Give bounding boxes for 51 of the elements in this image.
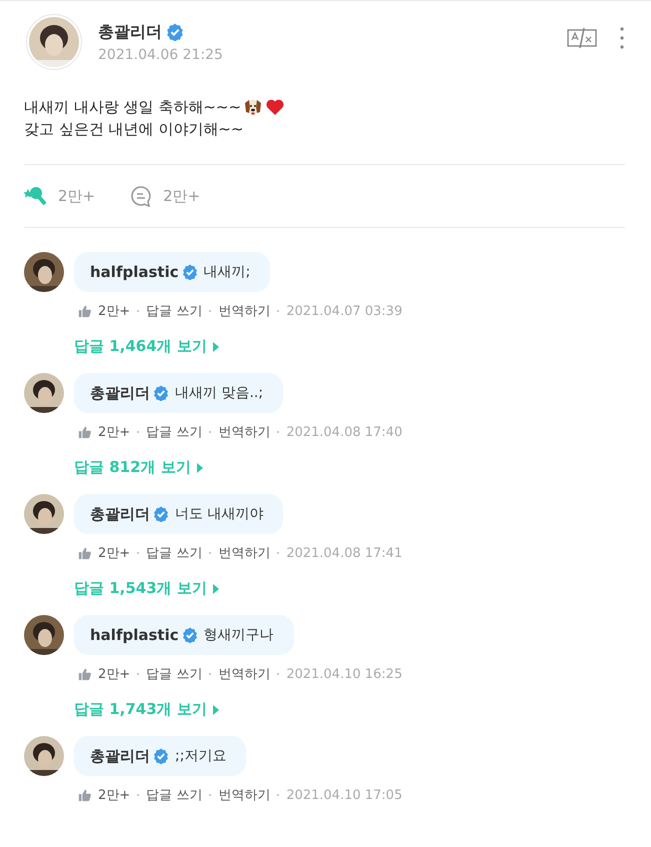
post-text: 갖고 싶은건 내년에 이야기해~~	[24, 119, 244, 140]
thumbs-up-icon[interactable]	[78, 425, 92, 439]
dog-face-icon	[243, 97, 264, 117]
comment-time: 2021.04.10 17:05	[286, 788, 402, 802]
translate-link[interactable]: 번역하기	[218, 423, 270, 441]
caret-icon	[196, 462, 203, 472]
translate-link[interactable]: 번역하기	[218, 665, 270, 683]
thumbs-up-icon[interactable]	[78, 546, 92, 560]
comment-time: 2021.04.07 03:39	[286, 304, 402, 318]
comment-text: 형새끼구나	[204, 626, 274, 644]
translate-link[interactable]: 번역하기	[218, 302, 270, 320]
thumbs-up-icon[interactable]	[78, 788, 92, 802]
post-time: 2021.04.06 21:25	[98, 46, 224, 62]
commenter-name[interactable]: halfplastic	[90, 626, 179, 644]
heart-icon	[265, 97, 286, 117]
like-count: 2만+	[58, 186, 96, 206]
comment-text: 내새끼 맞음..;	[175, 384, 264, 402]
reply-link[interactable]: 답글 쓰기	[146, 423, 202, 441]
reply-link[interactable]: 답글 쓰기	[146, 544, 202, 562]
translate-icon[interactable]	[567, 27, 597, 49]
like-count: 2만+	[98, 424, 130, 441]
caret-icon	[212, 342, 219, 352]
post-text: 내새끼 내사랑 생일 축하해~~~	[24, 97, 242, 118]
like-count: 2만+	[98, 666, 130, 683]
translate-link[interactable]: 번역하기	[218, 786, 270, 804]
more-icon[interactable]	[619, 26, 625, 50]
reply-link[interactable]: 답글 쓰기	[146, 302, 202, 320]
reply-link[interactable]: 답글 쓰기	[146, 665, 202, 683]
translate-link[interactable]: 번역하기	[218, 544, 270, 562]
comment-time: 2021.04.10 16:25	[286, 666, 402, 682]
commenter-name[interactable]: 총괄리더	[90, 746, 150, 766]
like-count: 2만+	[98, 787, 130, 804]
commenter-name[interactable]: 총괄리더	[90, 504, 150, 524]
comment-text: 내새끼;	[204, 263, 250, 281]
magic-wand-icon[interactable]	[24, 184, 48, 208]
caret-icon	[212, 584, 219, 594]
comment-text: ;;저기요	[175, 747, 226, 765]
comment-count: 2만+	[163, 186, 200, 206]
like-count: 2만+	[98, 545, 130, 562]
like-count: 2만+	[98, 303, 130, 320]
thumbs-up-icon[interactable]	[78, 667, 92, 681]
comment-time: 2021.04.08 17:40	[286, 424, 402, 440]
commenter-name[interactable]: 총괄리더	[90, 384, 150, 402]
comment-icon[interactable]	[129, 184, 154, 208]
comment-time: 2021.04.08 17:41	[286, 546, 402, 560]
reply-link[interactable]: 답글 쓰기	[146, 786, 202, 804]
thumbs-up-icon[interactable]	[78, 304, 92, 318]
author-name[interactable]: 총괄리더	[98, 22, 162, 42]
commenter-name[interactable]: halfplastic	[90, 263, 179, 281]
comment-text: 너도 내새끼야	[175, 505, 264, 523]
caret-icon	[212, 704, 219, 714]
